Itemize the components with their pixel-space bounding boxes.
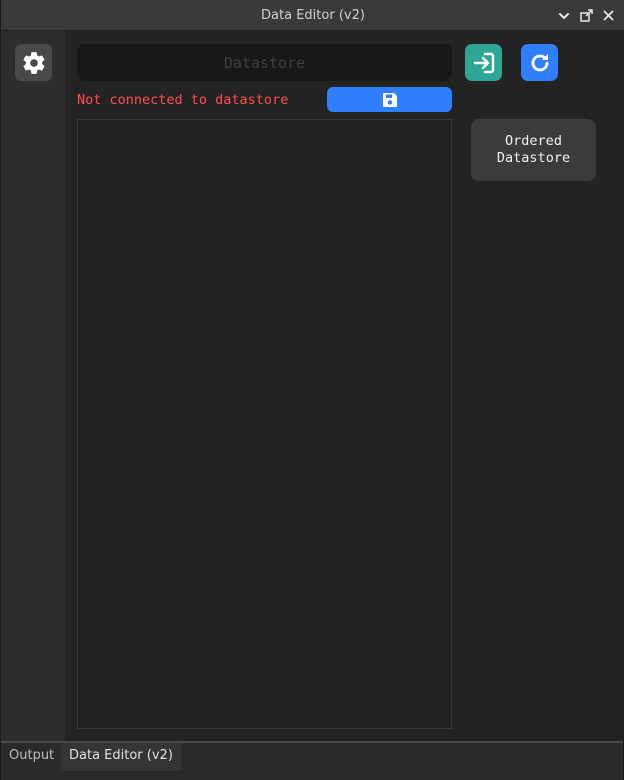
save-button[interactable]	[327, 87, 452, 112]
close-icon[interactable]	[601, 9, 615, 23]
chevron-down-icon[interactable]	[557, 9, 571, 23]
refresh-icon	[528, 51, 552, 75]
connect-button[interactable]	[465, 44, 502, 81]
refresh-button[interactable]	[521, 44, 558, 81]
tab-data-editor[interactable]: Data Editor (v2)	[61, 743, 181, 771]
plugin-window: Data Editor (v2) Datastore Not connected…	[0, 0, 624, 780]
floppy-disk-icon	[382, 92, 398, 108]
window-title: Data Editor (v2)	[261, 8, 365, 23]
undock-icon[interactable]	[579, 9, 593, 23]
connection-status-text: Not connected to datastore	[77, 92, 289, 108]
bottom-tab-bar: Output Data Editor (v2)	[1, 741, 623, 780]
ordered-datastore-button[interactable]: Ordered Datastore	[471, 119, 596, 181]
title-bar: Data Editor (v2)	[1, 0, 624, 31]
datastore-name-input[interactable]	[77, 44, 452, 81]
key-list-panel[interactable]	[77, 119, 452, 729]
settings-button[interactable]	[15, 44, 52, 81]
sign-in-icon	[472, 51, 496, 75]
window-controls	[557, 0, 615, 31]
editor-panel: Not connected to datastore	[65, 31, 624, 741]
gear-icon	[21, 50, 47, 76]
left-sidebar	[2, 31, 65, 741]
tab-output[interactable]: Output	[2, 743, 61, 771]
